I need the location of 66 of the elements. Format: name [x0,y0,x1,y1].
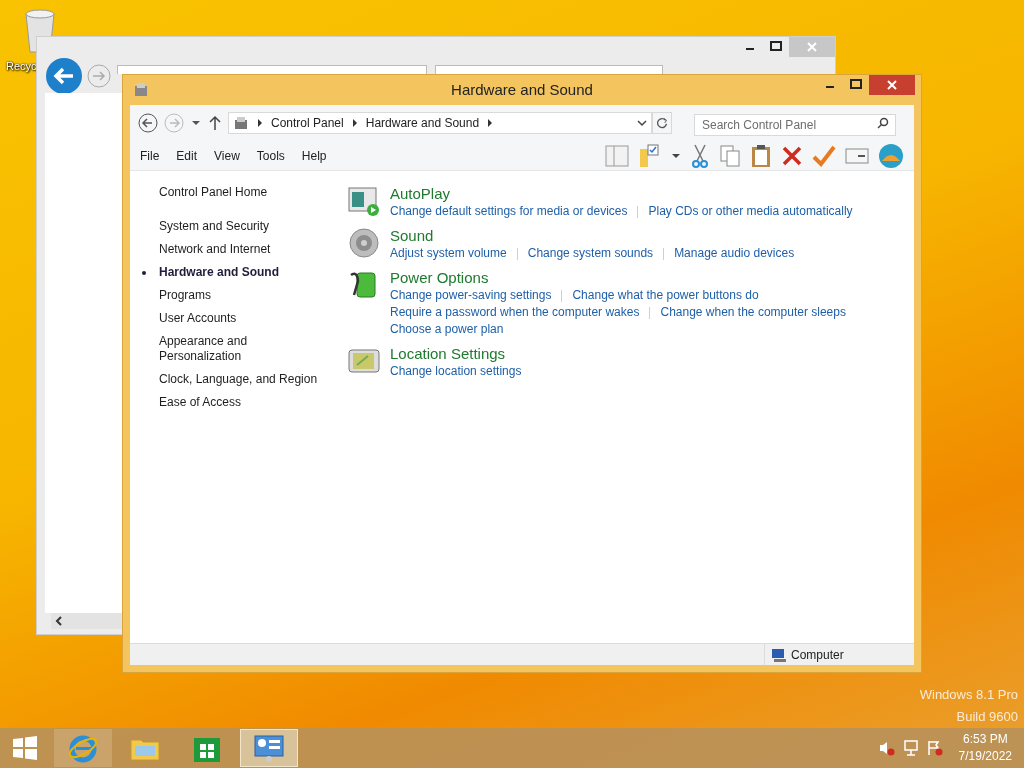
task-link[interactable]: Require a password when the computer wakes [390,304,640,321]
control-panel-icon [253,732,285,764]
windows-logo-icon[interactable] [11,734,39,762]
control-panel-icon [233,115,249,131]
chevron-right-icon[interactable] [257,119,263,127]
recycle-bin-label: Recyc [6,59,37,74]
task-link[interactable]: Choose a power plan [390,321,504,338]
sidebar-item[interactable]: Hardware and Sound [159,265,324,280]
search-icon[interactable] [877,117,889,129]
flag-icon[interactable] [926,740,943,756]
chevron-down-icon[interactable] [637,119,647,127]
menu-item[interactable]: Help [301,146,327,165]
scissors-icon[interactable] [690,143,710,168]
sidebar-item[interactable]: Appearance and Personalization [159,334,324,364]
task-link[interactable]: Manage audio devices [674,245,795,262]
menu-item[interactable]: Tools [256,146,285,165]
sidebar-item[interactable]: Clock, Language, and Region [159,372,324,387]
task-link[interactable]: Change power-saving settings [390,287,552,304]
computer-icon [771,646,787,663]
os-version-text: Windows 8.1 Pro [919,686,1018,704]
menu-item[interactable]: File [140,146,160,165]
sidebar-link[interactable]: Control Panel Home [159,183,348,201]
speaker-muted-icon[interactable] [878,740,895,756]
category-title[interactable]: AutoPlay [390,185,853,203]
speaker-icon [348,227,380,259]
category-title[interactable]: Power Options [390,269,846,287]
close-icon[interactable] [869,75,915,95]
sidebar-item[interactable]: Ease of Access [159,395,324,410]
category-title[interactable]: Location Settings [390,345,522,363]
menu-item[interactable]: View [214,146,240,165]
task-link[interactable]: Change system sounds [527,245,654,262]
chevron-right-icon[interactable] [487,119,494,127]
sidebar-item[interactable]: User Accounts [159,311,324,326]
address-field[interactable]: Control Panel Hardware and Sound [228,112,652,134]
taskbar-app-button[interactable] [240,729,298,767]
control-panel-icon [133,82,149,98]
window-title: Hardware and Sound [451,79,593,100]
task-link[interactable]: Change when the computer sleeps [660,304,846,321]
task-link[interactable]: Change default settings for media or devices [390,203,628,220]
selected-bullet-icon [142,271,146,275]
folder-check-icon[interactable] [638,143,662,168]
search-field[interactable]: Search Control Panel [694,114,896,136]
horizontal-scrollbar[interactable] [51,613,123,629]
task-link[interactable]: Adjust system volume [390,245,507,262]
delete-x-icon[interactable] [781,144,803,167]
breadcrumb-link[interactable]: Hardware and Sound [365,114,480,132]
task-link[interactable]: Play CDs or other media automatically [648,203,853,220]
os-version-text: Build 9600 [955,708,1018,726]
up-arrow-icon[interactable] [208,115,222,131]
task-link[interactable]: Change what the power buttons do [572,287,759,304]
checkmark-icon[interactable] [812,144,836,167]
category-title[interactable]: Sound [390,227,795,245]
breadcrumb-link[interactable]: Control Panel [271,114,344,132]
menu-item[interactable]: Edit [176,146,198,165]
shell-globe-icon[interactable] [878,142,904,169]
status-location: Computer [791,646,844,664]
chevron-right-icon[interactable] [351,119,358,127]
sidebar-item[interactable]: Network and Internet [159,242,324,257]
media-window-icon [348,185,380,217]
clipboard-icon[interactable] [750,143,772,168]
card-icon[interactable] [845,145,869,166]
refresh-icon[interactable] [652,112,672,134]
sidebar-item[interactable]: Programs [159,288,324,303]
network-icon[interactable] [902,740,919,756]
sidebar-item[interactable]: System and Security [159,219,324,234]
task-link[interactable]: Change location settings [390,363,522,380]
